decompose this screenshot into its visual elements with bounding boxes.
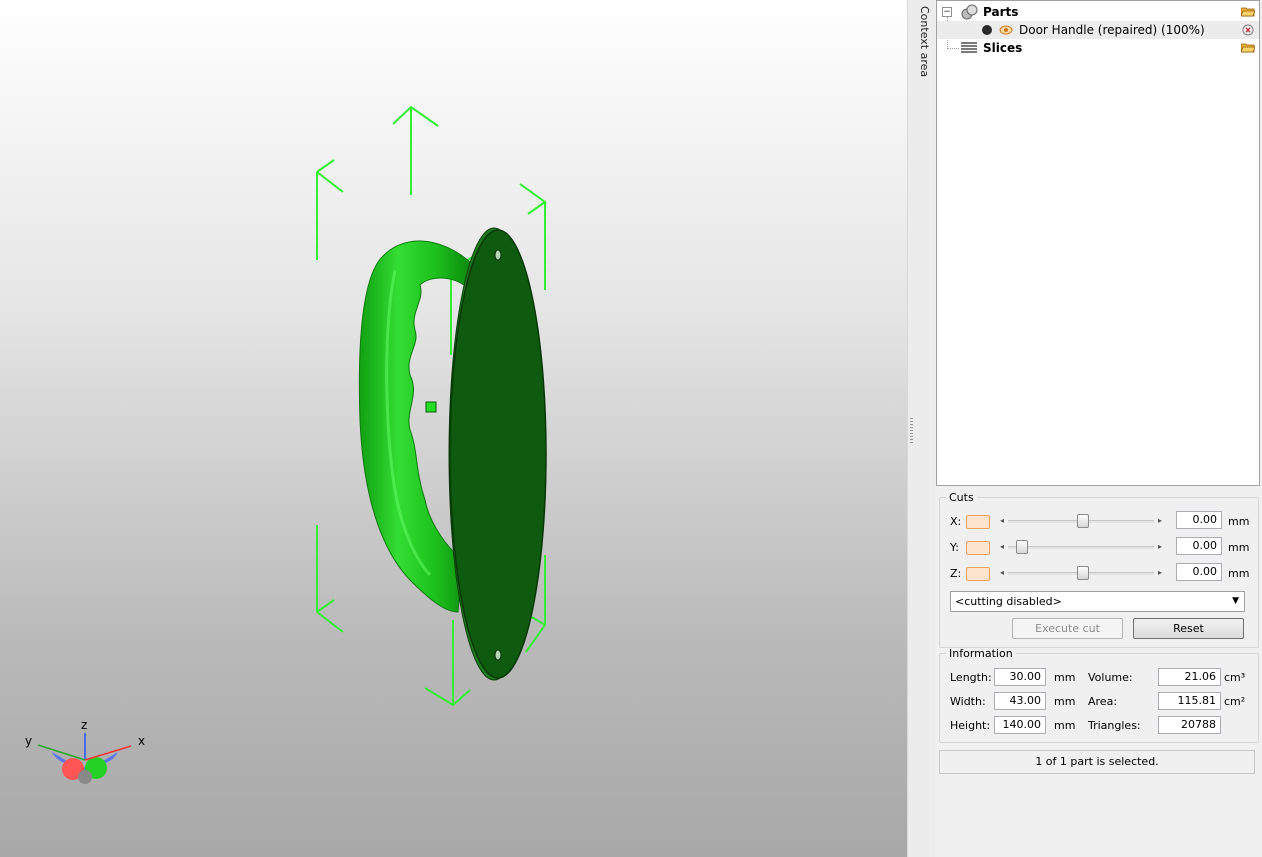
slices-label: Slices	[983, 41, 1023, 55]
height-unit: mm	[1054, 719, 1076, 732]
cut-z-unit: mm	[1228, 567, 1250, 580]
cut-x-label: X:	[950, 515, 962, 528]
cut-x-toggle[interactable]	[966, 515, 990, 529]
cut-z-label: Z:	[950, 567, 962, 580]
volume-value: 21.06	[1158, 668, 1221, 686]
parts-tree[interactable]: − Parts Door Handle (repaired) (100%) Sl…	[936, 0, 1260, 486]
cut-z-toggle[interactable]	[966, 567, 990, 581]
length-value: 30.00	[994, 668, 1046, 686]
cut-y-slider-thumb[interactable]	[1016, 540, 1028, 554]
slices-icon	[961, 42, 977, 53]
length-unit: mm	[1054, 671, 1076, 684]
cuts-title: Cuts	[949, 491, 974, 504]
cutting-mode-select[interactable]: <cutting disabled> ▼	[950, 591, 1245, 612]
open-slices-folder-icon[interactable]	[1241, 43, 1255, 53]
information-title: Information	[949, 647, 1013, 660]
cut-z-slider[interactable]: ◂ ▸	[998, 566, 1164, 580]
collapse-icon[interactable]: −	[942, 7, 952, 17]
cut-y-slider[interactable]: ◂ ▸	[998, 540, 1164, 554]
open-folder-icon[interactable]	[1241, 7, 1255, 17]
cut-z-input[interactable]: 0.00	[1176, 563, 1222, 581]
area-unit: cm²	[1224, 695, 1246, 708]
area-value: 115.81	[1158, 692, 1221, 710]
cut-x-slider[interactable]: ◂ ▸	[998, 514, 1164, 528]
axis-label-x: x	[138, 734, 146, 748]
context-area-label: Context area	[918, 6, 931, 78]
right-panel: − Parts Door Handle (repaired) (100%) Sl…	[935, 0, 1262, 857]
door-handle-model[interactable]	[358, 227, 547, 681]
cutting-mode-value: <cutting disabled>	[955, 595, 1062, 608]
reset-button[interactable]: Reset	[1133, 618, 1244, 639]
axis-label-z: z	[81, 718, 88, 732]
cut-x-input[interactable]: 0.00	[1176, 511, 1222, 529]
cut-x-unit: mm	[1228, 515, 1250, 528]
splitter-grip[interactable]	[910, 418, 913, 444]
pivot-marker[interactable]	[425, 401, 437, 413]
cut-y-toggle[interactable]	[966, 541, 990, 555]
slider-right-arrow-icon[interactable]: ▸	[1158, 516, 1162, 525]
volume-unit: cm³	[1224, 671, 1246, 684]
height-label: Height:	[950, 719, 991, 732]
length-label: Length:	[950, 671, 992, 684]
axis-gizmo	[37, 733, 132, 784]
scene-canvas	[37, 105, 547, 784]
width-value: 43.00	[994, 692, 1046, 710]
cut-z-slider-thumb[interactable]	[1077, 566, 1089, 580]
height-value: 140.00	[994, 716, 1046, 734]
cut-y-label: Y:	[950, 541, 959, 554]
selection-status: 1 of 1 part is selected.	[939, 750, 1255, 774]
remove-part-icon[interactable]	[1242, 24, 1254, 36]
triangles-label: Triangles:	[1088, 719, 1141, 732]
axis-label-y: y	[25, 734, 33, 748]
chevron-down-icon: ▼	[1232, 596, 1239, 606]
slider-left-arrow-icon[interactable]: ◂	[1000, 542, 1004, 551]
parts-icon	[961, 4, 978, 20]
part-item-label: Door Handle (repaired) (100%)	[1019, 23, 1205, 37]
slider-left-arrow-icon[interactable]: ◂	[1000, 568, 1004, 577]
slider-right-arrow-icon[interactable]: ▸	[1158, 542, 1162, 551]
cut-y-unit: mm	[1228, 541, 1250, 554]
area-label: Area:	[1088, 695, 1118, 708]
tree-node-parts[interactable]: − Parts	[937, 3, 1259, 21]
width-unit: mm	[1054, 695, 1076, 708]
slider-right-arrow-icon[interactable]: ▸	[1158, 568, 1162, 577]
parts-label: Parts	[983, 5, 1019, 19]
width-label: Width:	[950, 695, 986, 708]
slider-left-arrow-icon[interactable]: ◂	[1000, 516, 1004, 525]
tree-item-door-handle[interactable]: Door Handle (repaired) (100%)	[937, 21, 1259, 39]
3d-viewport[interactable]: z y x	[0, 0, 907, 857]
eye-icon[interactable]	[999, 24, 1013, 36]
context-area-tab[interactable]: Context area	[915, 0, 935, 857]
volume-label: Volume:	[1088, 671, 1133, 684]
cut-y-input[interactable]: 0.00	[1176, 537, 1222, 555]
part-visibility-dot-icon[interactable]	[982, 25, 992, 35]
tree-node-slices[interactable]: Slices	[937, 39, 1259, 57]
cut-x-slider-thumb[interactable]	[1077, 514, 1089, 528]
triangles-value: 20788	[1158, 716, 1221, 734]
execute-cut-button[interactable]: Execute cut	[1012, 618, 1123, 639]
